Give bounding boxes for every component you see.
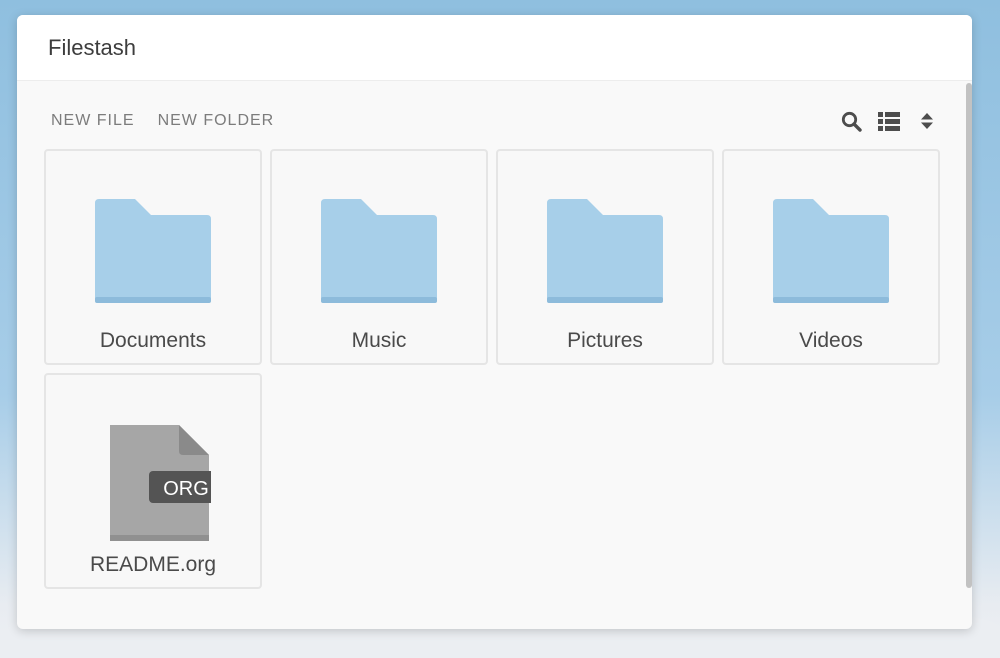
new-file-button[interactable]: NEW FILE [51, 112, 135, 130]
app-title: Filestash [48, 34, 137, 60]
list-view-icon[interactable] [878, 110, 900, 132]
folder-icon [498, 199, 712, 303]
toolbar-actions [840, 110, 938, 132]
item-name: Music [351, 329, 407, 352]
folder-tile-music[interactable]: Music [270, 149, 488, 365]
folder-icon [46, 199, 260, 303]
toolbar: NEW FILE NEW FOLDER [51, 107, 938, 135]
title-bar: Filestash [17, 15, 972, 81]
file-browser-window: Filestash NEW FILE NEW FOLDER Documents … [17, 15, 972, 629]
folder-icon [724, 199, 938, 303]
item-name: README.org [89, 553, 217, 576]
scrollbar[interactable] [966, 83, 972, 588]
folder-tile-documents[interactable]: Documents [44, 149, 262, 365]
item-name: Pictures [567, 329, 643, 352]
document-icon: ORG [46, 423, 260, 541]
new-folder-button[interactable]: NEW FOLDER [158, 112, 275, 130]
sort-icon[interactable] [916, 110, 938, 132]
file-grid: Documents Music Pictures Videos ORG READ… [44, 149, 942, 589]
file-extension-badge: ORG [163, 478, 209, 500]
search-icon[interactable] [840, 110, 862, 132]
folder-icon [272, 199, 486, 303]
folder-tile-videos[interactable]: Videos [722, 149, 940, 365]
item-name: Videos [799, 329, 863, 352]
file-tile-readme[interactable]: ORG README.org [44, 373, 262, 589]
item-name: Documents [99, 329, 207, 352]
folder-tile-pictures[interactable]: Pictures [496, 149, 714, 365]
